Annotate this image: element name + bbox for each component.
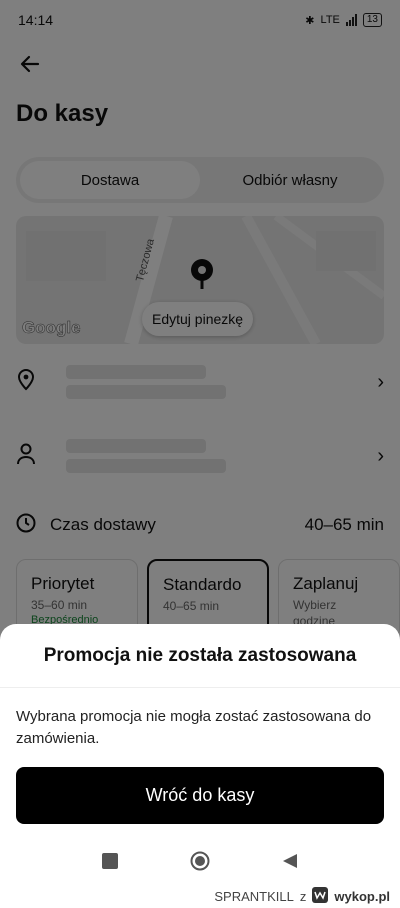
watermark: SPRANTKILL z wykop.pl: [214, 887, 390, 906]
home-icon[interactable]: [190, 851, 210, 876]
sheet-title: Promocja nie została zastosowana: [0, 624, 400, 688]
watermark-brand: wykop.pl: [334, 889, 390, 904]
sheet-message: Wybrana promocja nie mogła zostać zastos…: [16, 708, 372, 747]
back-to-checkout-button[interactable]: Wróć do kasy: [16, 767, 384, 824]
watermark-separator: z: [299, 889, 307, 904]
recents-icon[interactable]: [102, 852, 118, 874]
watermark-user: SPRANTKILL: [214, 889, 294, 904]
back-triangle-icon[interactable]: [282, 853, 298, 874]
wykop-logo-icon: [312, 887, 329, 906]
system-nav-bar: [0, 838, 400, 888]
